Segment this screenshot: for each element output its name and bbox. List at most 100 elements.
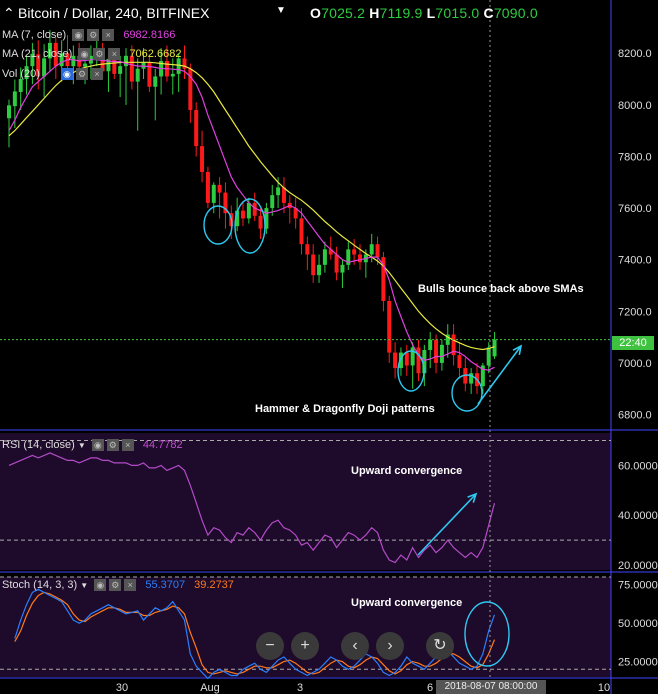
candle-body [153,76,158,87]
settings-icon[interactable]: ⚙ [75,68,88,81]
time-tick-label: 30 [116,682,128,694]
zoom-in-button[interactable]: + [291,632,319,660]
close-icon[interactable]: × [108,48,121,61]
time-tick-label: 10 [598,682,610,694]
ma21-legend[interactable]: MA (21, close) ◉ ⚙ × 7062.6682 [2,48,182,61]
candle-body [83,63,88,67]
eye-icon[interactable]: ◉ [94,579,107,592]
chevron-down-icon[interactable]: ▼ [78,441,86,450]
scroll-left-button[interactable]: ‹ [341,632,369,660]
close-icon[interactable]: × [121,439,134,452]
open-value: 7025.2 [321,5,366,21]
zoom-out-button[interactable]: − [256,632,284,660]
candle-body [241,210,245,219]
scroll-right-button[interactable]: › [376,632,404,660]
stoch-tick-label: 25.0000 [618,657,658,669]
stoch-k-value: 55.3707 [145,579,186,591]
close-icon[interactable]: × [90,68,103,81]
high-label: H [369,5,380,21]
eye-icon[interactable]: ◉ [60,68,73,81]
vol-label: Vol (20) [2,68,40,80]
close-value: 7090.0 [493,5,538,21]
candle-body [12,91,17,107]
candle-body [299,218,304,245]
ma21-label: MA (21, close) [2,48,73,60]
candle-body [410,347,415,366]
settings-icon[interactable]: ⚙ [87,29,100,42]
price-tick-label: 7800.0 [618,151,652,163]
candle-body [439,344,444,363]
crosshair-time-label: 2018-08-07 08:00:00 [436,680,546,694]
stoch-d-value: 39.2737 [194,579,234,591]
eye-icon[interactable]: ◉ [91,439,104,452]
annotation-stoch-convergence: Upward convergence [351,597,463,609]
stoch-label: Stoch (14, 3, 3) [2,579,78,591]
candle-body [246,202,251,219]
ma7-value: 6982.8166 [123,29,176,41]
annotation-rsi-convergence: Upward convergence [351,465,463,477]
price-tick-label: 7000.0 [618,358,652,370]
chevron-down-icon[interactable]: ▼ [80,581,88,590]
open-label: O [310,5,322,21]
symbol-title[interactable]: Bitcoin / Dollar, 240, BITFINEX [18,5,209,21]
settings-icon[interactable]: ⚙ [106,439,119,452]
stoch-panel [0,577,611,677]
candle-body [205,171,210,203]
settings-icon[interactable]: ⚙ [109,579,122,592]
price-tick-label: 7200.0 [618,306,652,318]
stoch-legend[interactable]: Stoch (14, 3, 3) ▼ ◉ ⚙ × 55.3707 39.2737 [2,579,234,592]
ma7-label: MA (7, close) [2,29,67,41]
candle-body [375,244,380,258]
candle-body [416,347,421,374]
reset-chart-button[interactable]: ↻ [426,632,454,660]
price-tick-label: 6800.0 [618,410,652,422]
rsi-value: 44.7782 [142,439,183,451]
ma21-value: 7062.6682 [129,48,182,60]
candle-body [211,184,216,203]
candle-body [340,264,345,273]
candle-body [217,184,222,193]
candle-body [492,339,497,357]
price-tag: 22:40 [612,336,654,350]
collapse-icon[interactable]: ⌃ [3,5,15,22]
ohlc-values: O7025.2 H7119.9 L7015.0 C7090.0 [310,5,538,21]
price-tick-label: 7600.0 [618,203,652,215]
candle-body [387,300,392,353]
price-tick-label: 8200.0 [618,48,652,60]
price-tick-label: 8000.0 [618,100,652,112]
candle-body [176,58,181,74]
candle-body [434,339,439,363]
candle-body [334,254,339,273]
candle-body [258,215,263,229]
stoch-tick-label: 75.0000 [618,580,658,592]
candle-body [135,68,140,82]
candle-body [276,187,281,196]
candle-body [358,254,362,263]
candle-body [141,62,146,69]
candle-body [18,79,23,92]
price-tick-label: 7400.0 [618,255,652,267]
close-label: C [483,5,494,21]
candle-body [305,244,310,255]
rsi-tick-label: 60.0000 [618,460,658,472]
candle-body [352,249,357,255]
candle-body [270,195,275,209]
candle-body [200,146,205,172]
close-icon[interactable]: × [124,579,137,592]
rsi-tick-label: 20.0000 [618,560,658,572]
ma7-legend[interactable]: MA (7, close) ◉ ⚙ × 6982.8166 [2,29,176,42]
annotation-patterns: Hammer & Dragonfly Doji patterns [255,403,435,415]
candle-body [457,355,462,369]
settings-icon[interactable]: ⚙ [93,48,106,61]
low-value: 7015.0 [435,5,480,21]
annotation-bulls: Bulls bounce back above SMAs [418,283,584,295]
rsi-tick-label: 40.0000 [618,510,658,522]
eye-icon[interactable]: ◉ [72,29,85,42]
candle-body [428,339,433,350]
vol-legend[interactable]: Vol (20) ◉ ⚙ × [2,68,103,81]
chart-header: ⌃ Bitcoin / Dollar, 240, BITFINEX ▼ O702… [0,0,658,28]
eye-icon[interactable]: ◉ [78,48,91,61]
rsi-legend[interactable]: RSI (14, close) ▼ ◉ ⚙ × 44.7782 [2,439,183,452]
chevron-down-icon[interactable]: ▼ [276,5,286,16]
close-icon[interactable]: × [102,29,115,42]
